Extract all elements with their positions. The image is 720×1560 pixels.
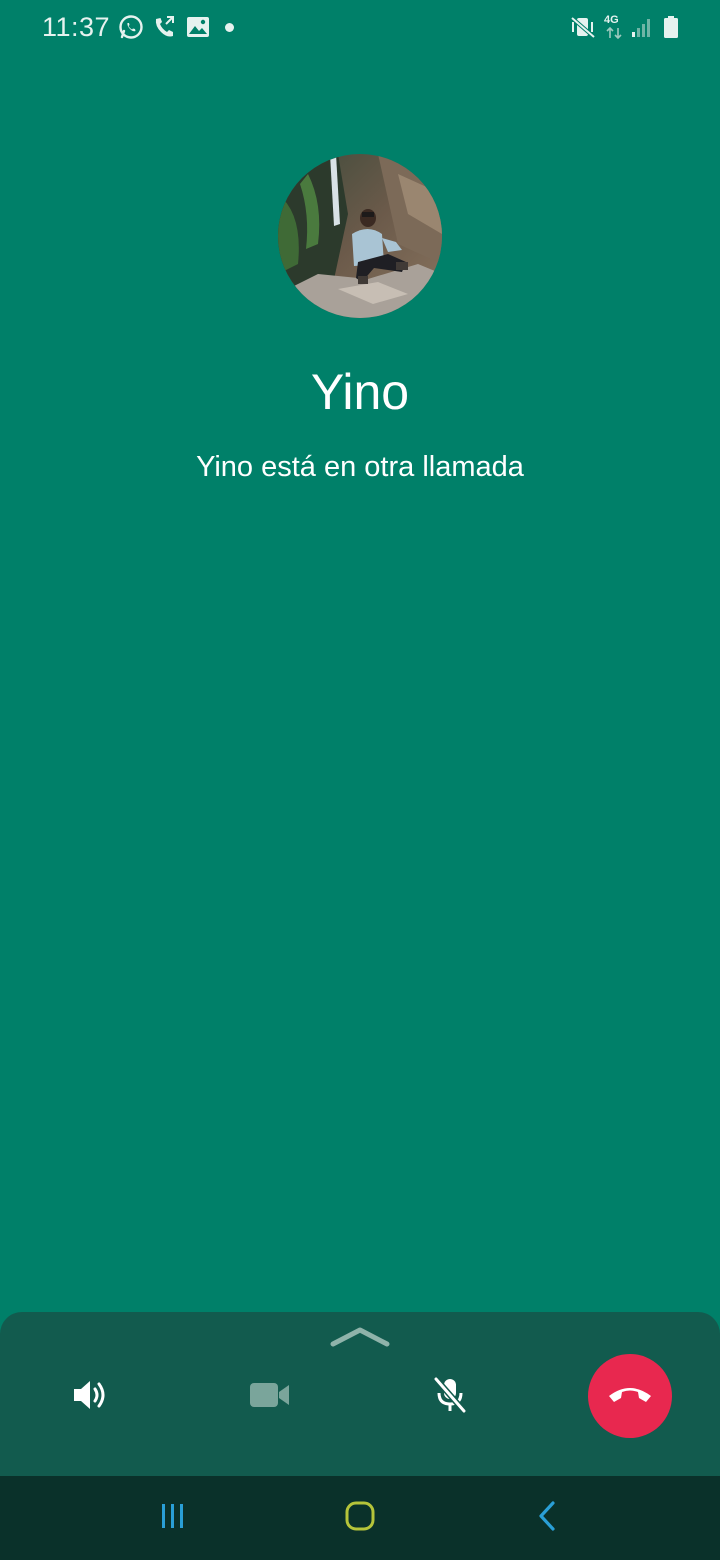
signal-icon <box>630 14 652 45</box>
home-button[interactable] <box>330 1494 390 1542</box>
back-icon <box>536 1500 560 1537</box>
end-call-icon <box>606 1382 654 1411</box>
vibrate-mute-icon <box>570 14 596 45</box>
speaker-icon <box>70 1377 110 1418</box>
video-icon <box>248 1380 292 1415</box>
contact-name: Yino <box>310 364 410 420</box>
mute-button[interactable] <box>410 1362 490 1432</box>
status-time: 11:37 <box>42 12 111 42</box>
status-bar: 11:37 4G <box>0 0 720 56</box>
contact-avatar <box>278 154 442 318</box>
4g-data-icon: 4G <box>604 14 626 40</box>
speaker-button[interactable] <box>50 1362 130 1432</box>
home-icon <box>344 1500 376 1537</box>
gallery-icon <box>185 14 211 45</box>
video-button[interactable] <box>230 1362 310 1432</box>
expand-panel-handle[interactable] <box>329 1324 391 1350</box>
recent-apps-button[interactable] <box>143 1494 203 1542</box>
wifi-call-icon <box>152 14 178 45</box>
recent-apps-icon <box>158 1501 188 1536</box>
notification-dot <box>225 23 234 32</box>
call-status-text: Yino está en otra llamada <box>196 451 524 483</box>
whatsapp-icon <box>118 14 144 45</box>
battery-icon <box>663 14 679 45</box>
end-call-button[interactable] <box>588 1354 672 1438</box>
call-controls-panel <box>0 1312 720 1476</box>
back-button[interactable] <box>518 1494 578 1542</box>
navigation-bar <box>0 1476 720 1560</box>
mic-off-icon <box>430 1375 470 1420</box>
